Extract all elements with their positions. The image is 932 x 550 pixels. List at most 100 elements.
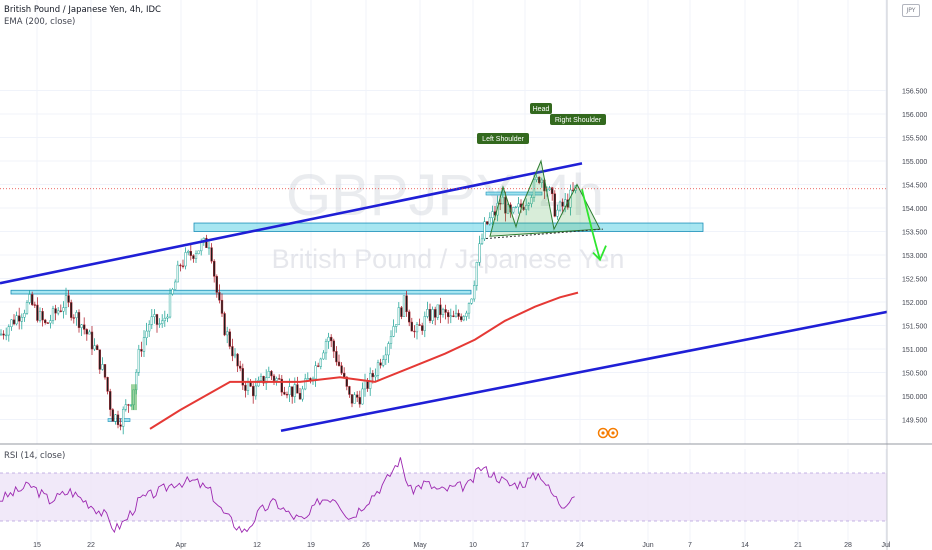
- event-marker-dot: [601, 431, 605, 435]
- y-tick-label: 155.000: [902, 159, 927, 166]
- candle: [145, 322, 148, 346]
- candle-body: [72, 317, 75, 319]
- currency-tag[interactable]: JPY: [902, 4, 920, 17]
- candle: [356, 391, 359, 403]
- candle-body: [64, 295, 68, 308]
- candle-body: [556, 209, 559, 217]
- candle: [44, 318, 47, 325]
- candle-body: [486, 221, 489, 225]
- candle-body: [166, 316, 169, 319]
- candle: [18, 307, 21, 330]
- candle: [189, 243, 192, 261]
- candle: [62, 301, 65, 319]
- candle: [54, 304, 57, 321]
- y-tick-label: 149.500: [902, 418, 927, 425]
- candle-body: [239, 365, 242, 369]
- pattern-label-text: Head: [533, 106, 550, 113]
- candle: [413, 325, 416, 338]
- candle: [7, 324, 10, 342]
- candle: [408, 309, 411, 327]
- resistance-zones[interactable]: [10, 191, 704, 422]
- candle: [33, 301, 36, 308]
- candle-body: [114, 414, 117, 422]
- candle: [2, 330, 5, 340]
- candle-body: [330, 336, 333, 342]
- candle: [441, 307, 445, 318]
- y-tick-label: 151.000: [902, 347, 927, 354]
- candle: [324, 338, 328, 360]
- candle: [106, 376, 109, 395]
- candle-body: [18, 315, 21, 322]
- candle: [38, 307, 42, 323]
- candle: [465, 310, 468, 321]
- ema-200-line: [149, 291, 579, 430]
- candle: [454, 304, 458, 318]
- candle: [127, 403, 130, 413]
- candle-body: [293, 384, 296, 397]
- candle-body: [358, 397, 361, 405]
- candle: [376, 359, 380, 381]
- candle-body: [124, 404, 127, 410]
- candle: [473, 280, 476, 302]
- candle: [49, 314, 52, 329]
- candle-body: [77, 312, 81, 328]
- candle-body: [449, 315, 452, 318]
- candle-body: [252, 386, 255, 397]
- candle: [111, 408, 114, 422]
- candle-body: [200, 242, 203, 252]
- candle-body: [213, 260, 216, 277]
- x-tick-label: Jun: [642, 542, 653, 549]
- candle-body: [44, 319, 47, 324]
- candle-body: [163, 317, 166, 322]
- candle: [460, 313, 463, 323]
- candle: [553, 190, 556, 218]
- candle: [236, 352, 239, 373]
- candle: [249, 378, 252, 388]
- candle: [382, 355, 385, 368]
- candle-body: [340, 365, 343, 374]
- candle-body: [70, 302, 73, 318]
- candle-body: [371, 373, 374, 378]
- candle: [5, 327, 8, 341]
- x-tick-label: 17: [521, 542, 529, 549]
- x-tick-label: Jul: [882, 542, 891, 549]
- candle-body: [62, 307, 65, 312]
- candle: [252, 383, 255, 404]
- candle: [317, 362, 320, 368]
- candle-body: [119, 424, 122, 427]
- candle-body: [150, 316, 153, 325]
- candle-body: [20, 316, 23, 322]
- candle-body: [436, 304, 439, 318]
- candle: [41, 307, 44, 327]
- candle-body: [558, 201, 562, 211]
- candle-body: [103, 364, 107, 378]
- candle-body: [465, 312, 468, 317]
- candle-body: [116, 414, 120, 426]
- candle-body: [80, 324, 83, 328]
- candle-body: [389, 336, 393, 344]
- candle-body: [457, 312, 460, 317]
- candle-body: [51, 308, 55, 321]
- pattern-label: Right Shoulder: [550, 114, 606, 125]
- candle-body: [444, 309, 447, 313]
- candle-body: [98, 349, 101, 370]
- candle-body: [306, 378, 309, 380]
- chart-canvas[interactable]: GBPJPY, 4h British Pound / Japanese Yen …: [0, 0, 932, 550]
- candle-body: [142, 337, 146, 352]
- candle: [15, 311, 18, 326]
- candle-body: [397, 307, 400, 325]
- event-markers[interactable]: [597, 427, 619, 439]
- candle: [327, 332, 330, 349]
- candle-body: [46, 322, 49, 324]
- candle: [558, 200, 562, 212]
- candle: [244, 381, 247, 398]
- candle: [301, 385, 304, 402]
- candle-body: [259, 375, 263, 381]
- candle: [387, 341, 390, 363]
- candle-body: [127, 404, 130, 406]
- y-tick-label: 154.000: [902, 206, 927, 213]
- candle-body: [356, 394, 359, 398]
- candle-body: [410, 321, 413, 332]
- watermark-name: British Pound / Japanese Yen: [272, 244, 625, 274]
- candle-body: [361, 388, 364, 405]
